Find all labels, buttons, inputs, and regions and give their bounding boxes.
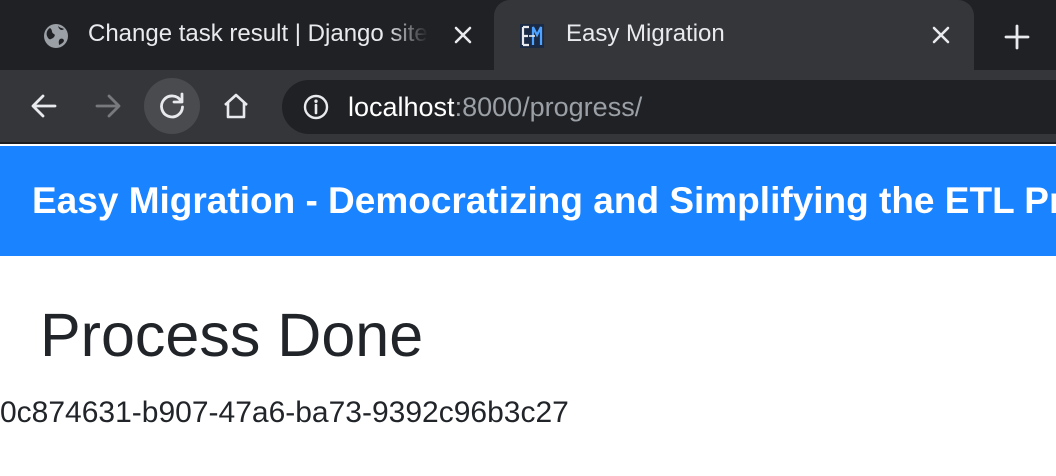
browser-tab-strip: Change task result | Django site admin E… xyxy=(0,0,1056,70)
globe-icon xyxy=(44,24,68,48)
home-icon xyxy=(224,93,248,119)
forward-button[interactable] xyxy=(80,78,136,134)
info-icon[interactable] xyxy=(302,93,330,121)
em-logo-icon xyxy=(520,24,544,48)
back-button[interactable] xyxy=(16,78,72,134)
site-navbar: Easy Migration - Democratizing and Simpl… xyxy=(0,146,1056,256)
browser-toolbar: localhost:8000/progress/ xyxy=(0,70,1056,144)
url-text[interactable]: localhost:8000/progress/ xyxy=(348,92,642,123)
tab-title: Easy Migration xyxy=(566,20,725,47)
task-id: 0c874631-b907-47a6-ba73-9392c96b3c27 xyxy=(0,396,569,429)
url-path: :8000/progress/ xyxy=(454,92,643,122)
tab-title: Change task result | Django site admin xyxy=(88,20,428,47)
url-host: localhost xyxy=(348,92,455,122)
arrow-left-icon xyxy=(31,94,57,118)
arrow-right-icon xyxy=(95,94,121,118)
tab-django-admin[interactable]: Change task result | Django site admin xyxy=(0,0,490,70)
reload-button[interactable] xyxy=(144,78,200,134)
page-title: Process Done xyxy=(40,301,424,369)
home-button[interactable] xyxy=(208,78,264,134)
close-icon[interactable] xyxy=(930,24,952,46)
close-icon[interactable] xyxy=(452,24,474,46)
tab-easy-migration[interactable]: Easy Migration xyxy=(494,0,974,70)
reload-icon xyxy=(160,92,184,119)
address-bar[interactable]: localhost:8000/progress/ xyxy=(282,80,1056,134)
plus-icon[interactable] xyxy=(1002,22,1032,52)
navbar-brand[interactable]: Easy Migration - Democratizing and Simpl… xyxy=(32,180,1056,222)
